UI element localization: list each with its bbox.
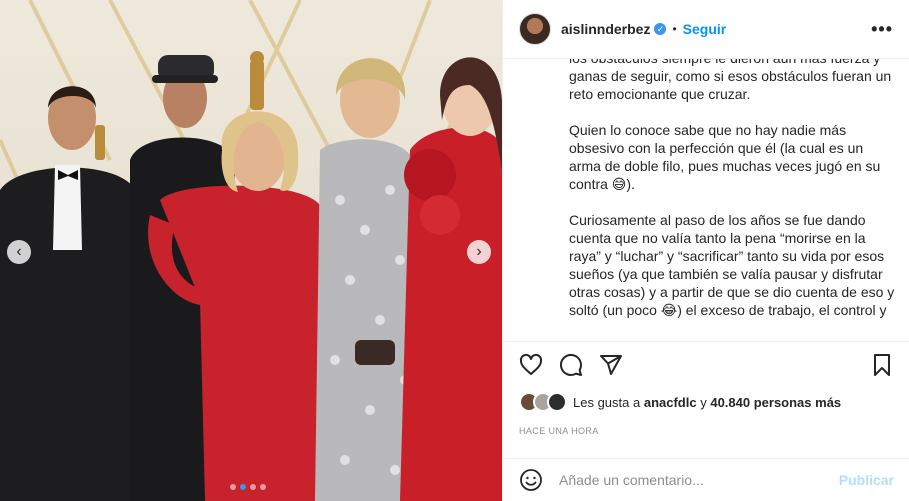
follow-button[interactable]: Seguir [683,21,727,37]
smiley-icon[interactable] [519,468,543,492]
comment-input[interactable] [559,472,839,488]
username-link[interactable]: aislinnderbez [561,21,650,37]
likes-joiner: y [700,394,707,410]
share-icon[interactable] [599,353,623,377]
more-options-icon[interactable]: ••• [871,19,893,40]
red-carpet-photo [0,0,502,501]
post-header: aislinnderbez ✓ • Seguir ••• [503,0,909,59]
comment-composer: Publicar [503,458,909,501]
comment-icon[interactable] [559,353,583,377]
separator-dot: • [672,22,677,36]
carousel-dot [230,484,236,490]
caption-paragraph: Curiosamente al paso de los años se fue … [569,212,895,318]
post-side-panel: aislinnderbez ✓ • Seguir ••• los obstácu… [502,0,909,501]
likes-text: Les gusta a anacfdlc y 40.840 personas m… [573,395,841,410]
liker-avatar[interactable] [547,392,567,412]
post-timestamp[interactable]: HACE UNA HORA [519,426,599,436]
heart-icon[interactable] [519,353,543,377]
bookmark-icon[interactable] [870,353,894,377]
caption-paragraph: los obstáculos siempre le dieron aún más… [569,59,892,102]
carousel-dot [250,484,256,490]
carousel-next-button[interactable]: › [467,240,491,264]
verified-badge-icon: ✓ [654,23,667,35]
likes-summary: Les gusta a anacfdlc y 40.840 personas m… [519,392,841,412]
likes-count-link[interactable]: 40.840 personas más [710,395,841,410]
likes-prefix: Les gusta a [573,394,641,410]
publish-button[interactable]: Publicar [839,472,894,488]
carousel-dot [260,484,266,490]
chevron-right-icon: › [476,243,482,260]
caption-area[interactable]: los obstáculos siempre le dieron aún más… [503,59,909,341]
post-viewer: ‹ › aislinnderbez ✓ • Seguir ••• los obs… [0,0,909,501]
caption-paragraph: Quien lo conoce sabe que no hay nadie má… [569,122,881,192]
carousel-prev-button[interactable]: ‹ [7,240,31,264]
carousel-indicator [230,484,266,490]
liker-username-link[interactable]: anacfdlc [644,395,697,410]
post-photo[interactable]: ‹ › [0,0,502,501]
chevron-left-icon: ‹ [16,243,22,260]
carousel-dot-active [240,484,246,490]
post-actions-bar [503,341,909,387]
avatar[interactable] [519,13,551,45]
